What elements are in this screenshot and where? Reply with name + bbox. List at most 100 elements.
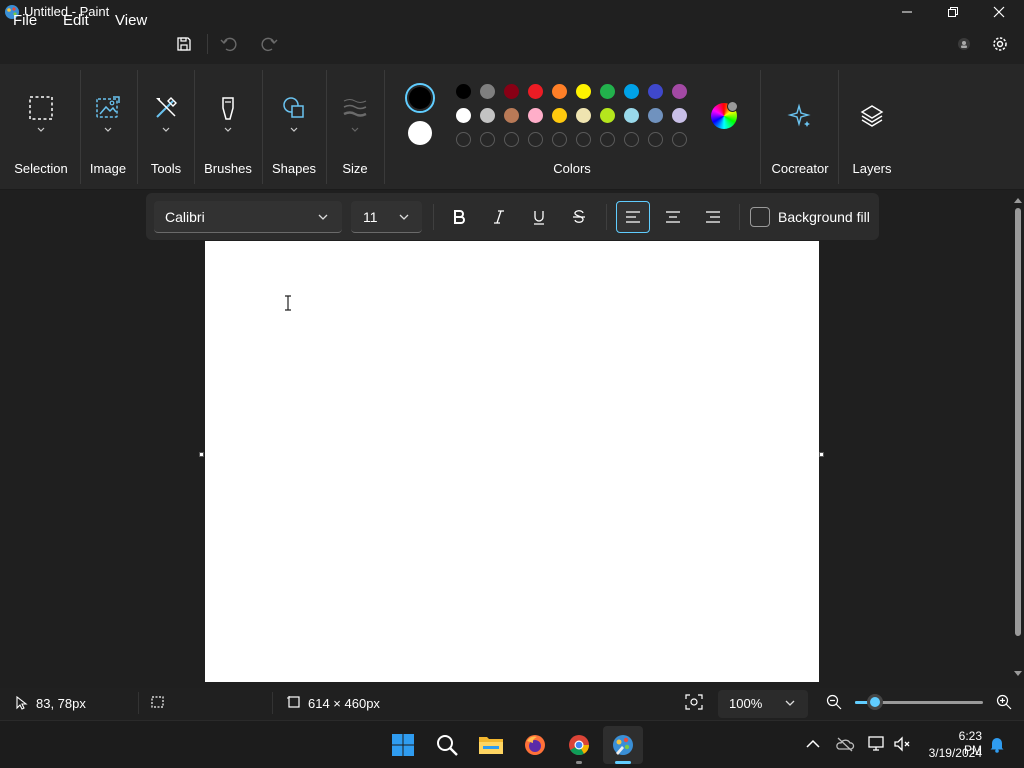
color-swatch[interactable]: [576, 84, 591, 99]
secondary-color-swatch[interactable]: [408, 121, 432, 145]
chevron-down-icon: [399, 214, 409, 220]
zoom-slider-thumb[interactable]: [867, 694, 883, 710]
scroll-up-arrow-icon[interactable]: [1013, 196, 1023, 204]
color-swatch[interactable]: [648, 108, 663, 123]
custom-color-slot[interactable]: [480, 132, 495, 147]
color-swatch[interactable]: [504, 108, 519, 123]
color-swatch[interactable]: [456, 84, 471, 99]
account-icon: [958, 38, 970, 50]
custom-color-slot[interactable]: [672, 132, 687, 147]
close-button[interactable]: [976, 0, 1022, 24]
cursor-position: 83, 78px: [36, 696, 86, 711]
fit-to-window-icon[interactable]: [685, 694, 703, 710]
ribbon-divider: [838, 70, 839, 184]
color-swatch[interactable]: [528, 108, 543, 123]
stroke-size-icon: [341, 94, 369, 122]
ribbon-group-layers[interactable]: Layers: [842, 64, 902, 190]
align-right-button[interactable]: [696, 201, 730, 233]
color-swatch[interactable]: [552, 108, 567, 123]
chevron-down-icon: [37, 127, 45, 132]
ribbon-label-image: Image: [89, 161, 127, 176]
chevron-up-icon[interactable]: [803, 734, 823, 754]
taskbar-search-button[interactable]: [427, 726, 467, 764]
color-swatch[interactable]: [528, 84, 543, 99]
scrollbar-thumb[interactable]: [1015, 208, 1021, 636]
italic-button[interactable]: [482, 201, 516, 233]
restore-button[interactable]: [930, 0, 976, 24]
ribbon-group-size[interactable]: Size: [330, 64, 380, 190]
onedrive-offline-icon[interactable]: [835, 734, 855, 754]
color-swatch[interactable]: [672, 84, 687, 99]
custom-color-slot[interactable]: [552, 132, 567, 147]
ribbon-group-cocreator[interactable]: Cocreator: [766, 64, 834, 190]
custom-color-slot[interactable]: [528, 132, 543, 147]
color-swatch[interactable]: [480, 108, 495, 123]
color-swatch[interactable]: [648, 84, 663, 99]
zoom-in-icon[interactable]: [996, 694, 1012, 710]
align-center-button[interactable]: [656, 201, 690, 233]
save-button[interactable]: [171, 32, 197, 56]
color-swatch[interactable]: [552, 84, 567, 99]
taskbar-paint[interactable]: [603, 726, 643, 764]
account-button[interactable]: [954, 34, 974, 54]
underline-button[interactable]: [522, 201, 556, 233]
color-swatch[interactable]: [624, 108, 639, 123]
taskbar-chrome[interactable]: [559, 726, 599, 764]
ribbon-group-selection[interactable]: Selection: [6, 64, 76, 190]
color-swatch[interactable]: [624, 84, 639, 99]
primary-color-swatch[interactable]: [405, 83, 435, 113]
taskbar-file-explorer[interactable]: [471, 726, 511, 764]
toolbar-separator: [433, 204, 434, 230]
notification-bell-icon[interactable]: [987, 734, 1007, 754]
scroll-down-arrow-icon[interactable]: [1013, 670, 1023, 678]
network-icon[interactable]: [867, 734, 887, 754]
custom-color-slot[interactable]: [648, 132, 663, 147]
bold-button[interactable]: [442, 201, 476, 233]
settings-button[interactable]: [988, 32, 1012, 56]
ribbon-group-tools[interactable]: Tools: [140, 64, 192, 190]
pointer-icon: [16, 695, 28, 710]
custom-color-slot[interactable]: [504, 132, 519, 147]
background-fill-label: Background fill: [778, 209, 870, 225]
custom-color-slot[interactable]: [600, 132, 615, 147]
menu-view[interactable]: View: [115, 12, 147, 29]
zoom-out-icon[interactable]: [826, 694, 842, 710]
image-icon: [94, 94, 122, 122]
taskbar-firefox[interactable]: [515, 726, 555, 764]
underline-icon: [534, 211, 544, 225]
custom-color-slot[interactable]: [576, 132, 591, 147]
color-swatch[interactable]: [480, 84, 495, 99]
font-size-dropdown[interactable]: [351, 201, 422, 233]
ribbon-label-selection: Selection: [14, 161, 68, 176]
custom-color-slot[interactable]: [456, 132, 471, 147]
clock-date[interactable]: 3/19/2024: [920, 746, 982, 760]
color-swatch[interactable]: [600, 108, 615, 123]
undo-button[interactable]: [216, 32, 242, 56]
minimize-button[interactable]: [884, 0, 930, 24]
canvas-resize-handle-left[interactable]: [199, 452, 204, 457]
color-swatch[interactable]: [576, 108, 591, 123]
title-bar: [0, 0, 1024, 24]
ribbon-group-shapes[interactable]: Shapes: [268, 64, 320, 190]
color-swatch[interactable]: [600, 84, 615, 99]
ribbon-group-brushes[interactable]: Brushes: [200, 64, 256, 190]
windows-start-icon: [392, 734, 414, 756]
custom-color-slot[interactable]: [624, 132, 639, 147]
ribbon-group-image[interactable]: Image: [82, 64, 134, 190]
ribbon-label-tools: Tools: [150, 161, 182, 176]
canvas-resize-handle-right[interactable]: [819, 452, 824, 457]
color-swatch[interactable]: [672, 108, 687, 123]
menu-file[interactable]: File: [13, 12, 37, 29]
color-swatch[interactable]: [504, 84, 519, 99]
menu-edit[interactable]: Edit: [63, 12, 89, 29]
background-fill-checkbox[interactable]: [750, 207, 770, 227]
redo-button[interactable]: [256, 32, 282, 56]
ribbon-label-layers: Layers: [852, 161, 892, 176]
search-icon: [437, 735, 458, 756]
color-swatch[interactable]: [456, 108, 471, 123]
volume-muted-icon[interactable]: [892, 734, 912, 754]
align-left-button[interactable]: [616, 201, 650, 233]
strikethrough-button[interactable]: [562, 201, 596, 233]
drawing-canvas[interactable]: [205, 241, 819, 682]
start-button[interactable]: [383, 726, 423, 764]
